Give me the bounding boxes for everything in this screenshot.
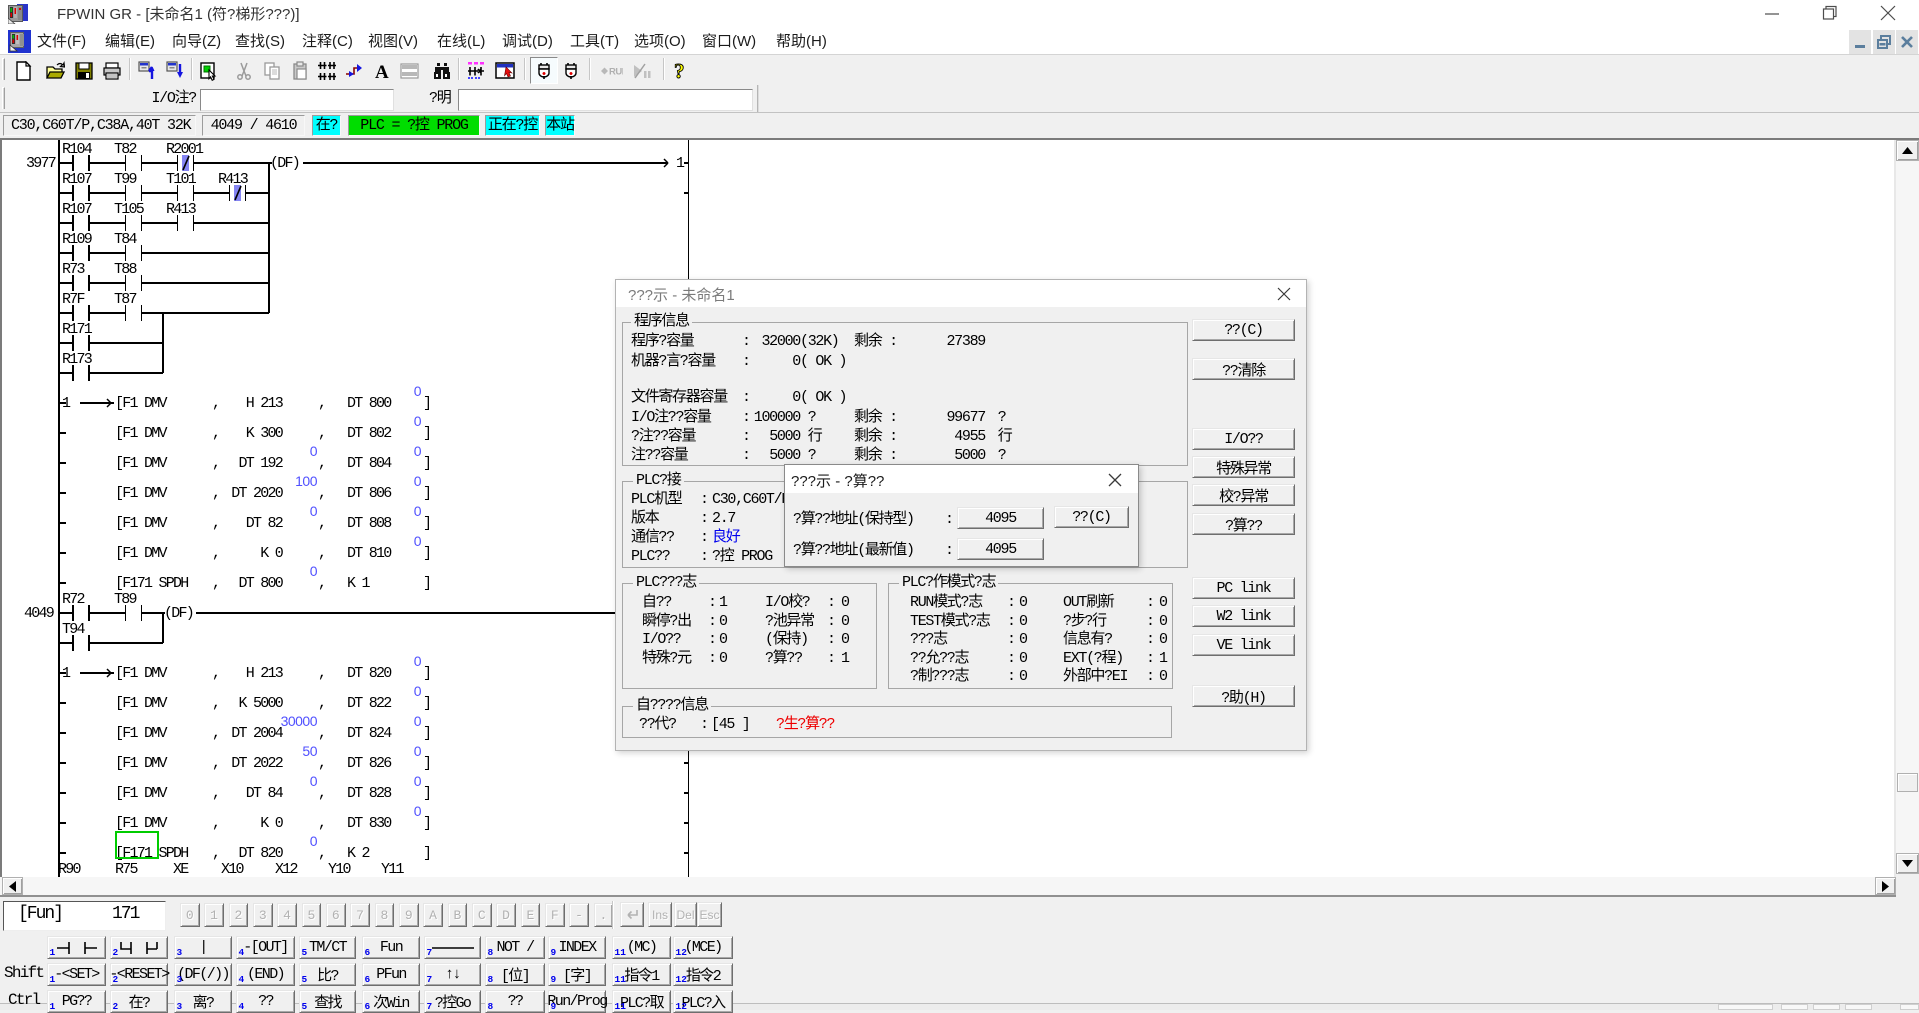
svg-text:?: ? <box>674 61 685 81</box>
svg-text:RUN: RUN <box>609 67 623 78</box>
svg-text:A: A <box>375 62 389 81</box>
